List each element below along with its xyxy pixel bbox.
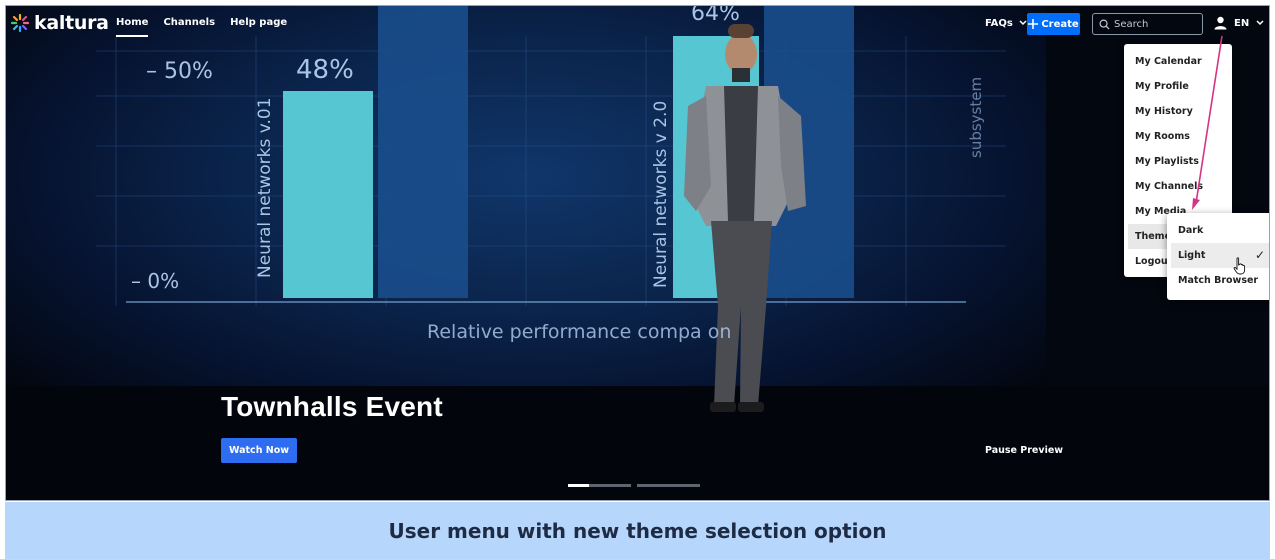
faqs-label: FAQs <box>985 18 1013 29</box>
faqs-dropdown[interactable]: FAQs <box>985 18 1027 29</box>
nav-link-home[interactable]: Home <box>116 17 149 37</box>
menu-item-my-profile[interactable]: My Profile <box>1124 74 1232 99</box>
watch-now-label: Watch Now <box>228 445 290 456</box>
search-box <box>1092 13 1203 35</box>
logo-text: kaltura <box>34 12 109 34</box>
menu-item-my-rooms[interactable]: My Rooms <box>1124 124 1232 149</box>
theme-option-dark[interactable]: Dark <box>1167 218 1269 243</box>
check-icon: ✓ <box>1254 248 1265 262</box>
carousel-dot-1[interactable] <box>568 484 631 487</box>
chart-label-48: 48% <box>296 55 354 85</box>
carousel-dot-2[interactable] <box>637 484 700 487</box>
plus-icon <box>1028 19 1039 29</box>
hero-background: 64% – 50% 48% – 0% Neural networks v.01 … <box>6 6 1269 500</box>
nav-link-channels[interactable]: Channels <box>163 17 215 28</box>
app-window: 64% – 50% 48% – 0% Neural networks v.01 … <box>5 5 1270 501</box>
pause-preview-button[interactable]: Pause Preview <box>985 445 1063 456</box>
chart-footer: Relative performance compa on <box>427 321 731 343</box>
user-icon[interactable] <box>1214 16 1227 30</box>
chart-bar3-label: subsystem <box>967 77 985 158</box>
theme-option-dark-label: Dark <box>1178 225 1204 236</box>
logo[interactable]: kaltura <box>10 12 109 34</box>
theme-submenu: Dark Light ✓ Match Browser <box>1167 213 1269 300</box>
hero-title: Townhalls Event <box>221 391 443 422</box>
create-label: Create <box>1041 18 1079 30</box>
hand-pointer-icon <box>1233 257 1246 275</box>
create-button[interactable]: Create <box>1027 13 1080 35</box>
chart-label-0: – 0% <box>131 269 179 293</box>
menu-item-my-history[interactable]: My History <box>1124 99 1232 124</box>
language-dropdown[interactable]: EN <box>1234 18 1264 29</box>
theme-option-light-label: Light <box>1178 250 1206 261</box>
chart-label-50: – 50% <box>146 59 213 84</box>
menu-item-my-channels[interactable]: My Channels <box>1124 174 1232 199</box>
top-nav: kaltura Home Channels Help page FAQs Cre… <box>6 6 1269 42</box>
hero-chart-text: 64% – 50% 48% – 0% Neural networks v.01 … <box>131 6 985 343</box>
theme-option-match-browser[interactable]: Match Browser <box>1167 268 1269 293</box>
language-label: EN <box>1234 18 1250 29</box>
caption: User menu with new theme selection optio… <box>5 502 1270 559</box>
watch-now-button[interactable]: Watch Now <box>221 438 297 463</box>
chevron-down-icon <box>1256 20 1264 26</box>
search-input[interactable] <box>1114 18 1199 30</box>
chart-bar1-label: Neural networks v.01 <box>255 97 275 278</box>
carousel-indicators <box>568 484 700 487</box>
menu-item-my-calendar[interactable]: My Calendar <box>1124 49 1232 74</box>
nav-link-help-page[interactable]: Help page <box>230 17 287 28</box>
theme-option-light[interactable]: Light ✓ <box>1171 243 1269 268</box>
search-icon <box>1099 19 1110 30</box>
theme-option-match-browser-label: Match Browser <box>1178 275 1259 286</box>
kaltura-logo-icon <box>10 13 30 33</box>
nav-links: Home Channels Help page <box>116 17 287 37</box>
chart-bar2-label: Neural networks v 2.0 <box>651 101 671 288</box>
menu-item-my-playlists[interactable]: My Playlists <box>1124 149 1232 174</box>
